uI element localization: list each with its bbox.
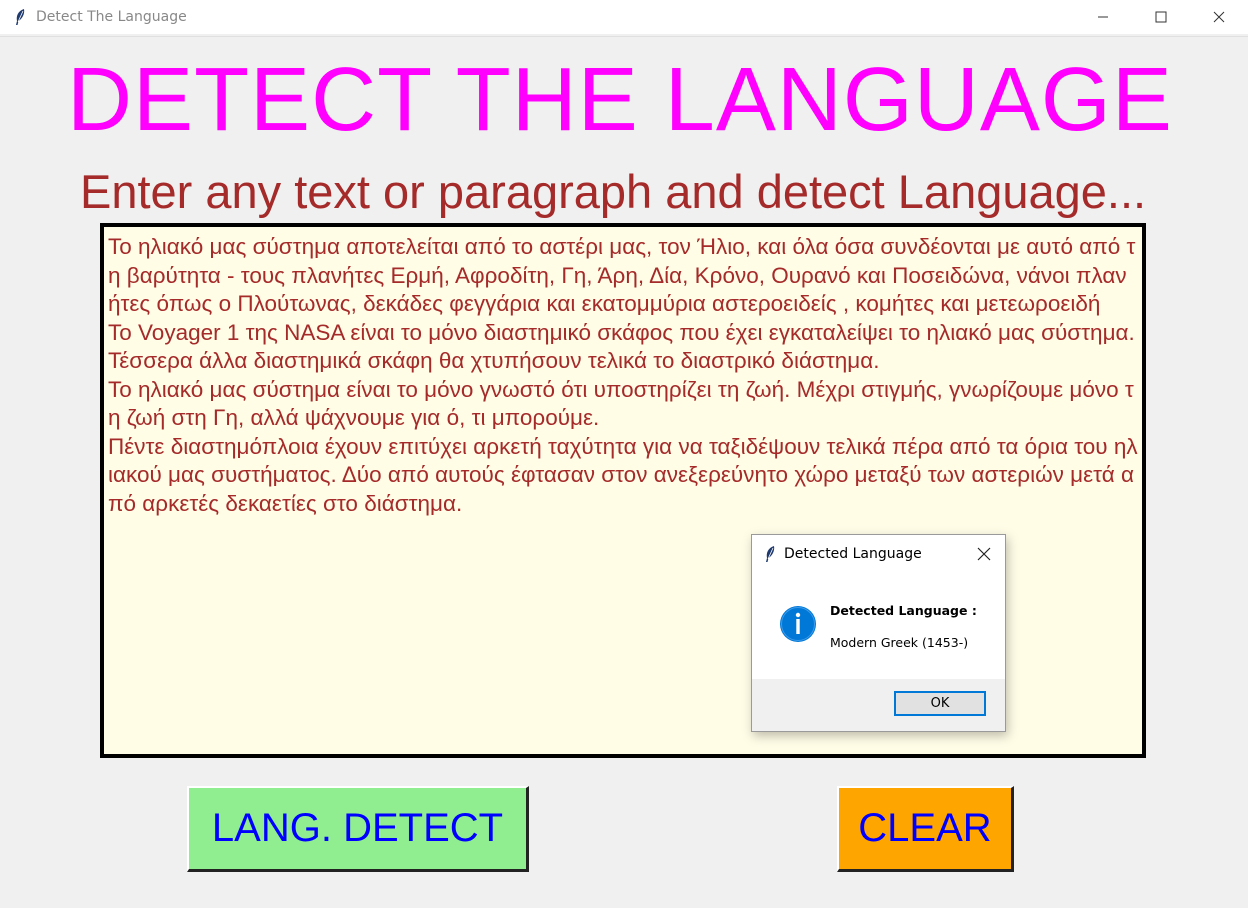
app-window: Detect The Language DETECT THE LANGUAGE … xyxy=(0,0,1248,908)
page-title: DETECT THE LANGUAGE xyxy=(67,50,1173,150)
minimize-button[interactable] xyxy=(1074,0,1132,34)
detected-language-dialog: Detected Language Detected Language : Mo… xyxy=(751,534,1006,732)
close-button[interactable] xyxy=(1190,0,1248,34)
dialog-title: Detected Language xyxy=(784,546,922,562)
close-icon xyxy=(1213,11,1225,23)
title-bar-divider xyxy=(0,36,1248,37)
clear-button[interactable]: CLEAR xyxy=(837,786,1014,872)
title-bar[interactable]: Detect The Language xyxy=(0,0,1248,34)
dialog-close-button[interactable] xyxy=(975,545,993,563)
feather-icon xyxy=(12,8,28,26)
dialog-title-bar[interactable]: Detected Language xyxy=(752,535,1005,573)
window-title: Detect The Language xyxy=(36,9,187,25)
feather-icon xyxy=(764,545,776,563)
close-icon xyxy=(977,547,991,561)
maximize-button[interactable] xyxy=(1132,0,1190,34)
dialog-message-label: Detected Language : xyxy=(830,603,977,618)
text-input-content[interactable]: Το ηλιακό μας σύστημα αποτελείται από το… xyxy=(108,233,1138,518)
window-controls xyxy=(1074,0,1248,34)
minimize-icon xyxy=(1098,16,1108,18)
ok-button[interactable]: OK xyxy=(894,691,986,716)
dialog-message-value: Modern Greek (1453-) xyxy=(830,635,969,650)
maximize-icon xyxy=(1155,11,1167,23)
info-icon xyxy=(780,606,816,642)
dialog-footer: OK xyxy=(752,679,1005,731)
lang-detect-button[interactable]: LANG. DETECT xyxy=(187,786,529,872)
instruction-label: Enter any text or paragraph and detect L… xyxy=(80,165,1147,218)
